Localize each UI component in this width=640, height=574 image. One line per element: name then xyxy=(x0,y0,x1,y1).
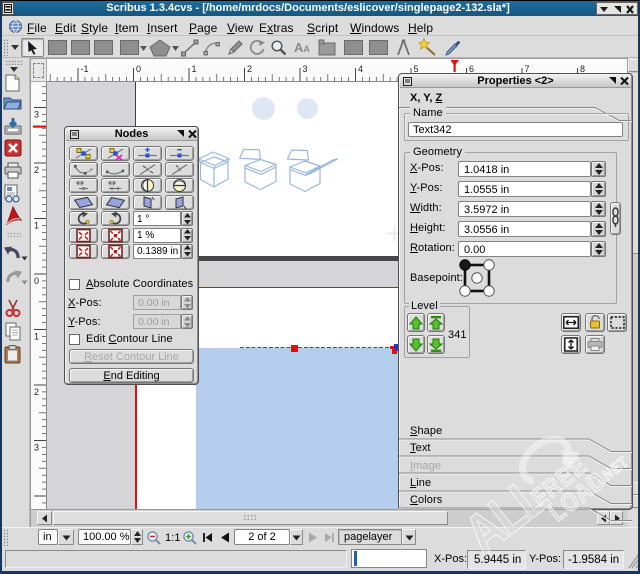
svg-text:2: 2 xyxy=(34,387,39,397)
svg-text:4: 4 xyxy=(358,64,363,74)
svg-text:0: 0 xyxy=(136,64,141,74)
svg-text:1: 1 xyxy=(34,332,39,342)
svg-text:1: 1 xyxy=(192,64,197,74)
svg-text:2: 2 xyxy=(34,165,39,175)
svg-text:3: 3 xyxy=(303,64,308,74)
svg-text:2: 2 xyxy=(247,64,252,74)
svg-text:1: 1 xyxy=(34,221,39,231)
svg-text:0: 0 xyxy=(34,276,39,286)
svg-text:3: 3 xyxy=(34,443,39,453)
svg-text:3: 3 xyxy=(34,110,39,120)
svg-text:-1: -1 xyxy=(81,64,89,74)
